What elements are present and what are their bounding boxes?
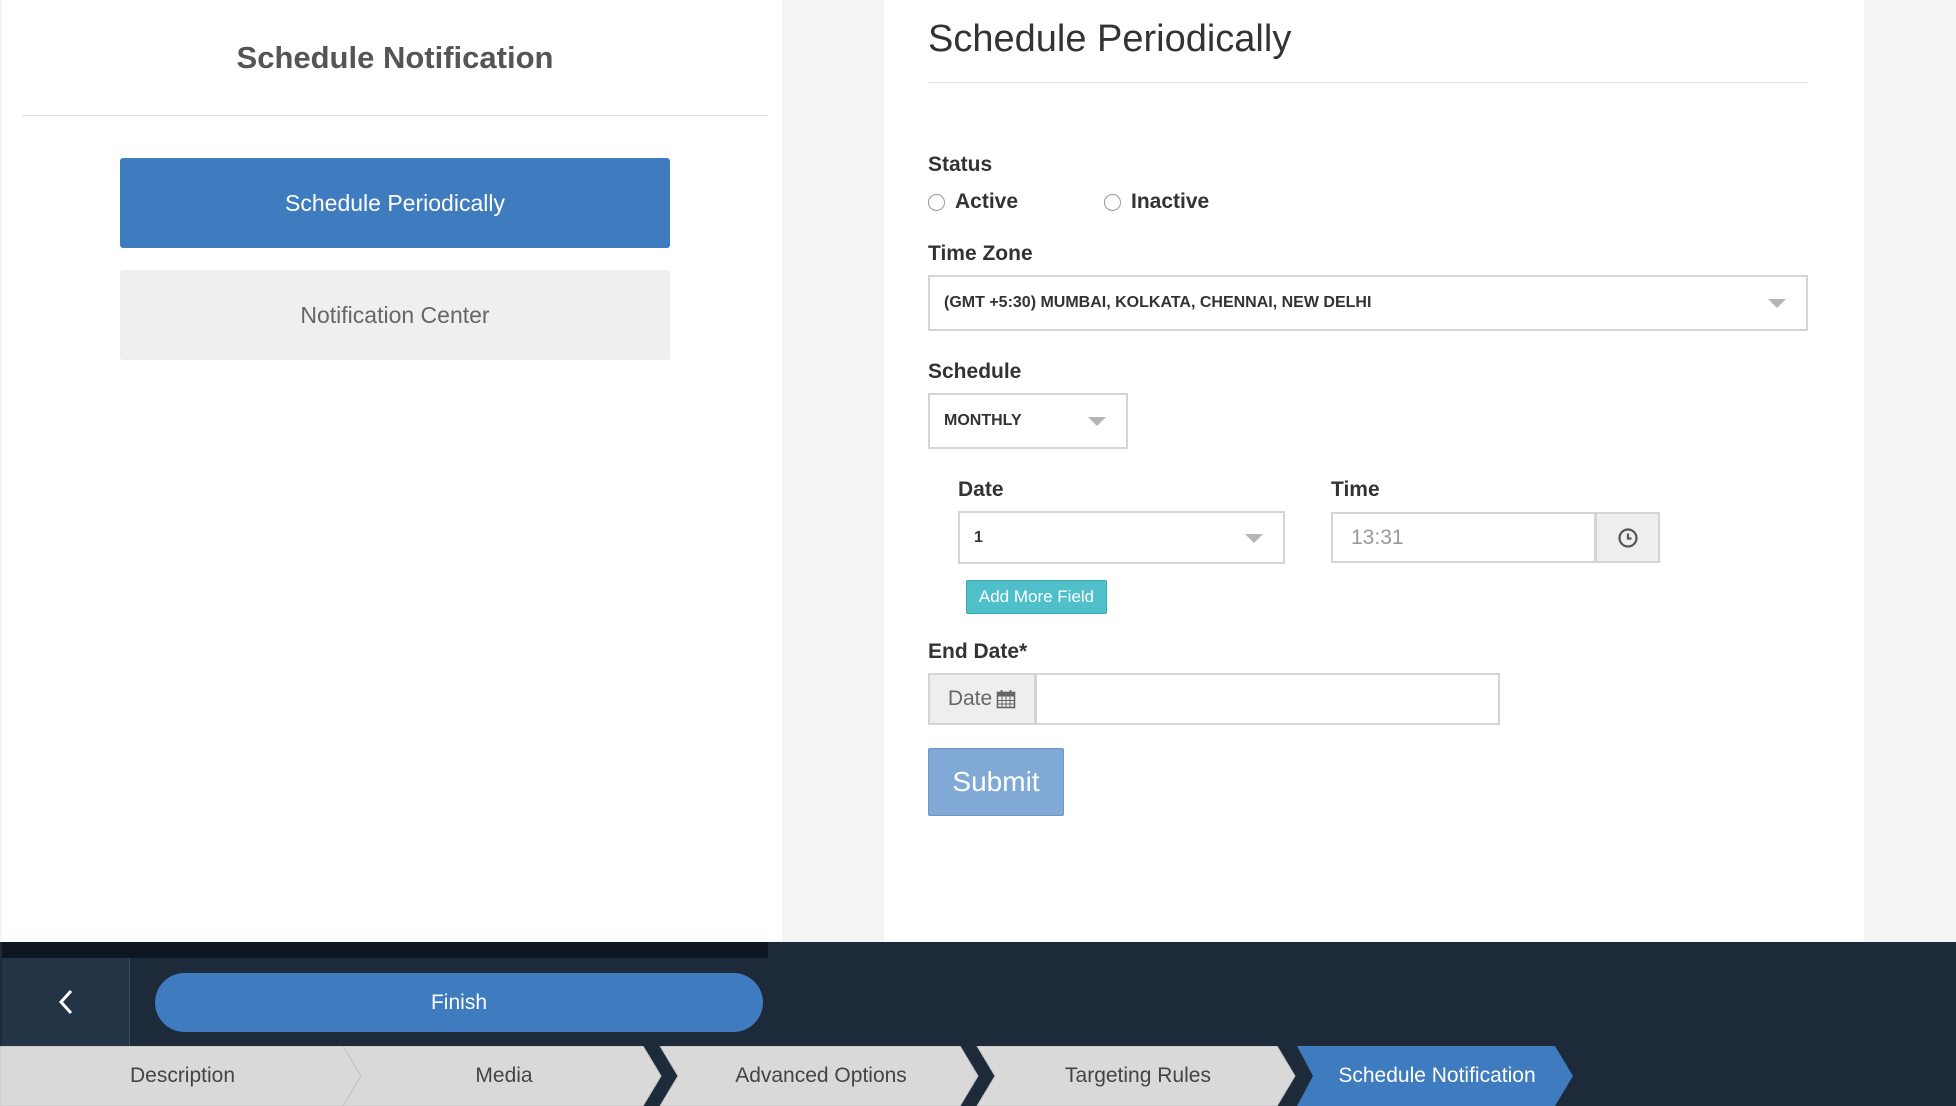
submit-button[interactable]: Submit [928, 748, 1064, 816]
end-date-input[interactable] [1035, 673, 1500, 725]
step-advanced-options[interactable]: Advanced Options [657, 1046, 985, 1106]
left-panel: Schedule Notification Schedule Periodica… [2, 0, 782, 942]
end-date-addon[interactable]: Date [928, 673, 1036, 725]
schedule-value: MONTHLY [944, 412, 1022, 429]
chevron-down-icon [1088, 417, 1106, 426]
schedule-label: Schedule [928, 360, 1022, 383]
add-more-field-button[interactable]: Add More Field [966, 580, 1107, 614]
status-active-radio[interactable]: Active [928, 190, 1018, 214]
end-date-addon-label: Date [947, 687, 993, 710]
form-title: Schedule Periodically [928, 18, 1292, 60]
timezone-select[interactable]: (GMT +5:30) MUMBAI, KOLKATA, CHENNAI, NE… [928, 275, 1808, 331]
clock-icon [1617, 527, 1638, 548]
timezone-label: Time Zone [928, 242, 1033, 265]
finish-button[interactable]: Finish [155, 973, 763, 1032]
title-divider [928, 82, 1808, 83]
radio-label-inactive: Inactive [1131, 190, 1210, 213]
step-label: Targeting Rules [1065, 1064, 1211, 1087]
menu-schedule-periodically[interactable]: Schedule Periodically [120, 158, 670, 248]
radio-circle[interactable] [928, 193, 945, 211]
panel-title: Schedule Notification [22, 0, 768, 116]
timezone-value: (GMT +5:30) MUMBAI, KOLKATA, CHENNAI, NE… [944, 294, 1372, 311]
time-picker-button[interactable] [1595, 512, 1660, 563]
menu-notification-center[interactable]: Notification Center [120, 270, 670, 360]
date-label: Date [958, 478, 1004, 501]
time-label: Time [1331, 478, 1380, 501]
footer-strip [2, 942, 768, 958]
chevron-down-icon [1768, 299, 1786, 308]
back-button[interactable] [2, 958, 130, 1046]
radio-circle[interactable] [1104, 193, 1121, 211]
date-value: 1 [974, 528, 983, 546]
step-label: Description [129, 1064, 236, 1087]
chevron-down-icon [1245, 533, 1263, 543]
status-inactive-radio[interactable]: Inactive [1104, 190, 1209, 214]
step-schedule-notification[interactable]: Schedule Notification [1293, 1046, 1581, 1106]
chevron-left-icon [58, 989, 72, 1015]
step-label: Advanced Options [735, 1064, 907, 1087]
step-media[interactable]: Media [340, 1046, 668, 1106]
wizard-steps: Description Media Advanced Options Targe… [0, 1046, 1956, 1106]
step-label: Media [475, 1064, 533, 1087]
calendar-icon [996, 690, 1016, 709]
date-select[interactable]: 1 [958, 511, 1285, 564]
radio-label-active: Active [955, 190, 1019, 213]
schedule-form-card: Schedule Periodically Status Active Inac… [884, 0, 1864, 942]
step-description[interactable]: Description [0, 1046, 365, 1106]
step-label: Schedule Notification [1338, 1064, 1536, 1087]
step-targeting-rules[interactable]: Targeting Rules [974, 1046, 1302, 1106]
time-value: 13:31 [1351, 525, 1404, 549]
status-label: Status [928, 153, 993, 176]
end-date-label: End Date* [928, 640, 1028, 663]
time-input[interactable]: 13:31 [1331, 512, 1596, 563]
schedule-select[interactable]: MONTHLY [928, 393, 1128, 449]
